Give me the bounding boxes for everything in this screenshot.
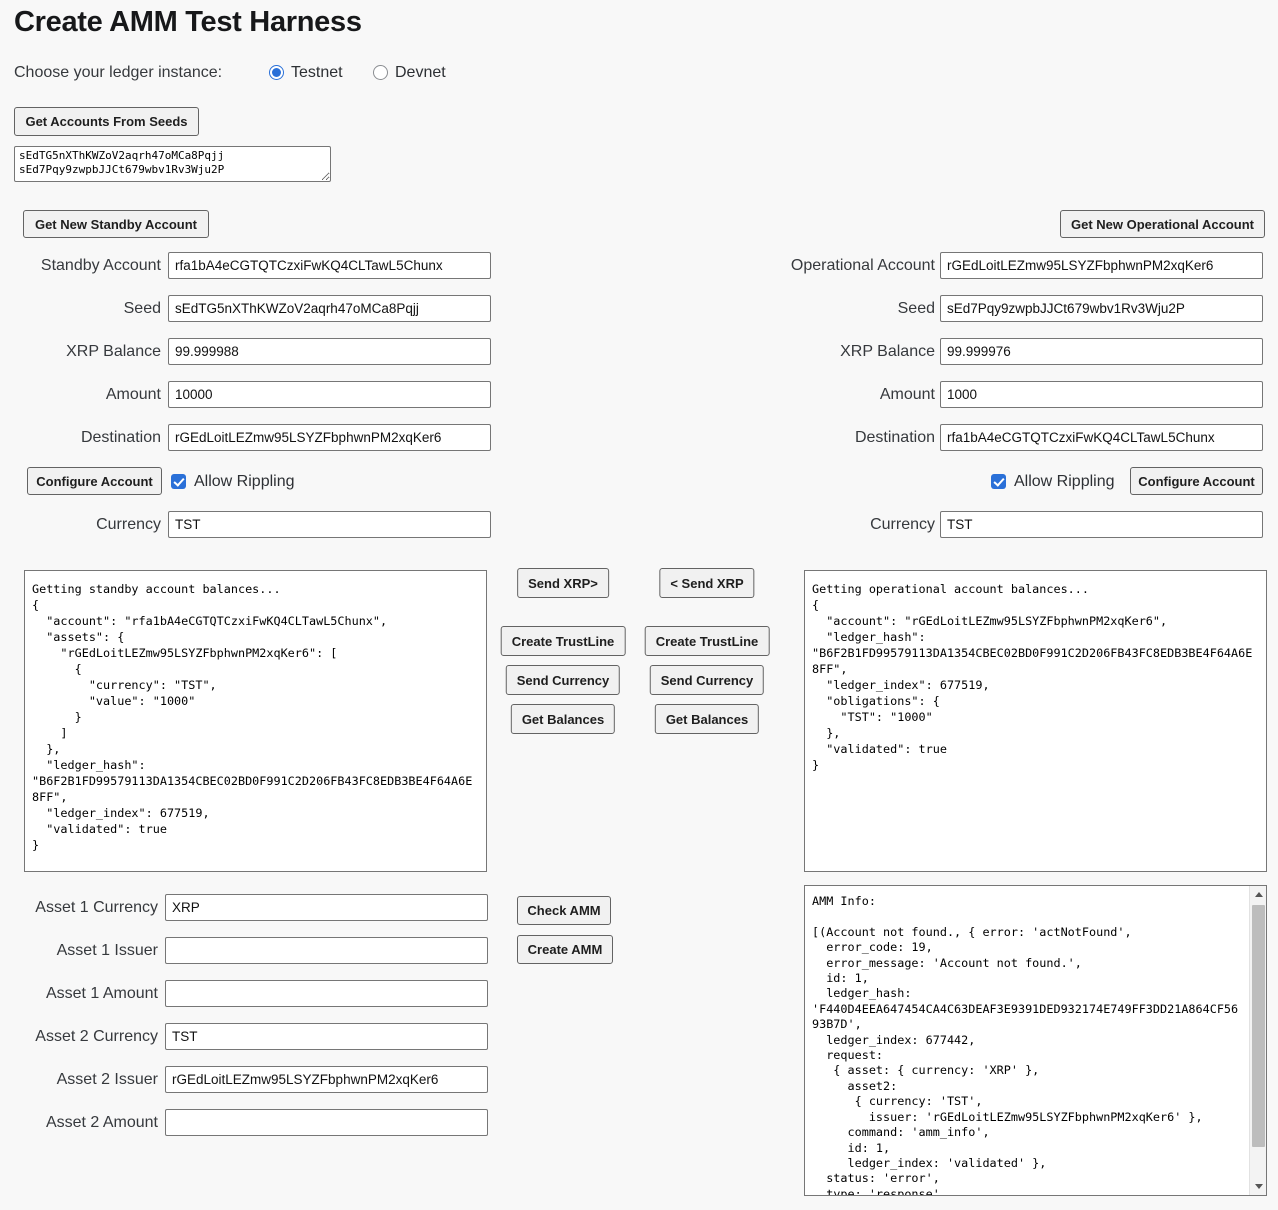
get-new-operational-account-button[interactable]: Get New Operational Account xyxy=(1060,210,1265,238)
scroll-down-icon[interactable] xyxy=(1250,1178,1267,1195)
operational-configure-account-button[interactable]: Configure Account xyxy=(1130,467,1263,495)
standby-send-xrp-button[interactable]: Send XRP> xyxy=(517,568,609,598)
asset1-currency-label: Asset 1 Currency xyxy=(0,894,158,921)
standby-send-currency-button[interactable]: Send Currency xyxy=(506,665,620,695)
standby-amount-input[interactable] xyxy=(168,381,491,408)
standby-seed-label: Seed xyxy=(0,295,161,322)
asset1-amount-input[interactable] xyxy=(165,980,488,1007)
amm-test-harness-page: Create AMM Test Harness Choose your ledg… xyxy=(0,0,1278,1210)
operational-send-xrp-button[interactable]: < Send XRP xyxy=(659,568,754,598)
operational-create-trustline-button[interactable]: Create TrustLine xyxy=(645,626,770,656)
operational-xrp-balance-input[interactable] xyxy=(940,338,1263,365)
scrollbar-thumb[interactable] xyxy=(1252,905,1265,1147)
standby-configure-account-button[interactable]: Configure Account xyxy=(27,467,162,495)
standby-results-field[interactable]: Getting standby account balances... { "a… xyxy=(24,570,487,872)
operational-allow-rippling-checkbox[interactable] xyxy=(991,474,1006,489)
amm-info-text: AMM Info: [(Account not found., { error:… xyxy=(805,886,1249,1195)
asset2-amount-input[interactable] xyxy=(165,1109,488,1136)
operational-account-label: Operational Account xyxy=(605,252,935,279)
standby-seed-input[interactable] xyxy=(168,295,491,322)
asset2-issuer-label: Asset 2 Issuer xyxy=(0,1066,158,1093)
asset2-issuer-input[interactable] xyxy=(165,1066,488,1093)
standby-allow-rippling-checkbox[interactable] xyxy=(171,474,186,489)
standby-xrp-balance-label: XRP Balance xyxy=(0,338,161,365)
standby-account-input[interactable] xyxy=(168,252,491,279)
testnet-radio-label[interactable]: Testnet xyxy=(291,62,343,84)
ledger-instance-prompt: Choose your ledger instance: xyxy=(14,62,222,84)
asset2-amount-label: Asset 2 Amount xyxy=(0,1109,158,1136)
standby-allow-rippling-label[interactable]: Allow Rippling xyxy=(194,471,295,493)
standby-create-trustline-button[interactable]: Create TrustLine xyxy=(501,626,626,656)
asset2-currency-label: Asset 2 Currency xyxy=(0,1023,158,1050)
standby-amount-label: Amount xyxy=(0,381,161,408)
operational-allow-rippling-label[interactable]: Allow Rippling xyxy=(1014,471,1115,493)
operational-destination-label: Destination xyxy=(605,424,935,451)
create-amm-button[interactable]: Create AMM xyxy=(517,935,613,964)
operational-amount-input[interactable] xyxy=(940,381,1263,408)
amm-info-scrollbar[interactable] xyxy=(1249,886,1266,1195)
operational-xrp-balance-label: XRP Balance xyxy=(605,338,935,365)
operational-seed-input[interactable] xyxy=(940,295,1263,322)
standby-xrp-balance-input[interactable] xyxy=(168,338,491,365)
page-title: Create AMM Test Harness xyxy=(14,6,362,39)
operational-currency-label: Currency xyxy=(605,511,935,538)
standby-destination-label: Destination xyxy=(0,424,161,451)
standby-currency-label: Currency xyxy=(0,511,161,538)
seeds-textarea[interactable]: sEdTG5nXThKWZoV2aqrh47oMCa8Pqjj sEd7Pqy9… xyxy=(14,146,331,182)
asset2-currency-input[interactable] xyxy=(165,1023,488,1050)
operational-amount-label: Amount xyxy=(605,381,935,408)
asset1-currency-input[interactable] xyxy=(165,894,488,921)
operational-destination-input[interactable] xyxy=(940,424,1263,451)
operational-results-field[interactable]: Getting operational account balances... … xyxy=(804,570,1267,872)
standby-destination-input[interactable] xyxy=(168,424,491,451)
check-amm-button[interactable]: Check AMM xyxy=(517,896,611,925)
operational-send-currency-button[interactable]: Send Currency xyxy=(650,665,764,695)
asset1-issuer-label: Asset 1 Issuer xyxy=(0,937,158,964)
standby-currency-input[interactable] xyxy=(168,511,491,538)
scroll-up-icon[interactable] xyxy=(1250,886,1267,903)
devnet-radio[interactable] xyxy=(373,65,388,80)
testnet-radio[interactable] xyxy=(269,65,284,80)
standby-account-label: Standby Account xyxy=(0,252,161,279)
standby-get-balances-button[interactable]: Get Balances xyxy=(511,704,615,734)
asset1-issuer-input[interactable] xyxy=(165,937,488,964)
get-accounts-from-seeds-button[interactable]: Get Accounts From Seeds xyxy=(14,107,199,136)
devnet-radio-label[interactable]: Devnet xyxy=(395,62,446,84)
asset1-amount-label: Asset 1 Amount xyxy=(0,980,158,1007)
operational-currency-input[interactable] xyxy=(940,511,1263,538)
operational-account-input[interactable] xyxy=(940,252,1263,279)
get-new-standby-account-button[interactable]: Get New Standby Account xyxy=(23,210,209,238)
operational-seed-label: Seed xyxy=(605,295,935,322)
operational-get-balances-button[interactable]: Get Balances xyxy=(655,704,759,734)
amm-info-field[interactable]: AMM Info: [(Account not found., { error:… xyxy=(804,885,1267,1196)
